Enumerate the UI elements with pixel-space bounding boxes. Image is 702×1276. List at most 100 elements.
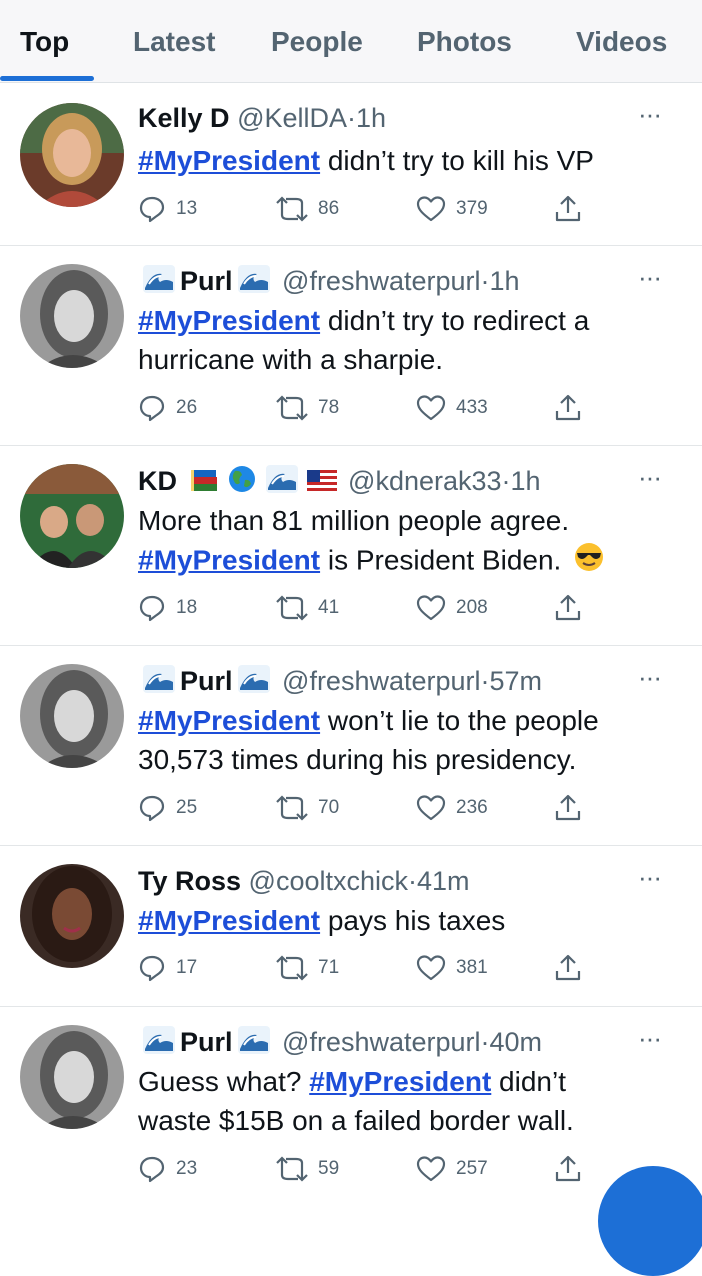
tab-people[interactable]: People <box>271 26 363 58</box>
avatar[interactable] <box>20 103 124 207</box>
tweet-time[interactable]: 1h <box>490 266 520 296</box>
tweet-actions: 25 70 236 <box>138 790 598 826</box>
reply-count: 13 <box>176 198 198 219</box>
tweet-time[interactable]: 41m <box>417 866 470 896</box>
author-name[interactable]: Purl <box>180 1027 233 1057</box>
wave-emoji-icon <box>265 464 299 502</box>
share-button[interactable] <box>554 790 582 826</box>
tab-photos[interactable]: Photos <box>417 26 512 58</box>
tweet-item[interactable]: Ty Ross @cooltxchick·41m ··· #MyPresiden… <box>0 846 702 1007</box>
more-options-icon[interactable]: ··· <box>638 862 662 893</box>
share-button[interactable] <box>554 191 582 227</box>
more-options-icon[interactable]: ··· <box>638 662 662 693</box>
reply-icon <box>138 954 166 982</box>
author-name[interactable]: Purl <box>180 266 233 296</box>
heart-icon <box>416 594 446 622</box>
tweet-item[interactable]: Purl @freshwaterpurl·57m ··· #MyPresiden… <box>0 646 702 846</box>
reply-icon <box>138 195 166 223</box>
avatar[interactable] <box>20 664 124 768</box>
tweet-time[interactable]: 1h <box>511 466 541 496</box>
more-options-icon[interactable]: ··· <box>638 262 662 293</box>
like-button[interactable]: 379 <box>416 191 488 227</box>
reply-button[interactable]: 18 <box>138 590 197 626</box>
like-button[interactable]: 381 <box>416 950 488 986</box>
author-name[interactable]: Purl <box>180 666 233 696</box>
retweet-icon <box>276 594 308 622</box>
author-handle[interactable]: @freshwaterpurl <box>282 266 480 296</box>
hashtag-link[interactable]: #MyPresident <box>138 905 320 936</box>
tweet-text-segment: Guess what? <box>138 1066 310 1097</box>
compose-tweet-button[interactable] <box>598 1166 702 1276</box>
tab-videos[interactable]: Videos <box>576 26 667 58</box>
retweet-count: 86 <box>318 198 340 219</box>
reply-button[interactable]: 26 <box>138 390 197 426</box>
heart-icon <box>416 794 446 822</box>
author-handle[interactable]: @freshwaterpurl <box>282 666 480 696</box>
author-handle[interactable]: @freshwaterpurl <box>282 1027 480 1057</box>
retweet-button[interactable]: 59 <box>276 1151 339 1187</box>
more-options-icon[interactable]: ··· <box>638 99 662 130</box>
like-button[interactable]: 433 <box>416 390 488 426</box>
tweet-item[interactable]: Purl @freshwaterpurl·40m ··· Guess what?… <box>0 1007 702 1200</box>
retweet-button[interactable]: 71 <box>276 950 339 986</box>
avatar[interactable] <box>20 464 124 568</box>
wave-emoji-icon <box>142 664 176 702</box>
tab-top[interactable]: Top <box>20 26 69 58</box>
retweet-button[interactable]: 70 <box>276 790 339 826</box>
heart-icon <box>416 954 446 982</box>
like-button[interactable]: 236 <box>416 790 488 826</box>
reply-button[interactable]: 25 <box>138 790 197 826</box>
share-button[interactable] <box>554 950 582 986</box>
avatar[interactable] <box>20 1025 124 1129</box>
reply-button[interactable]: 17 <box>138 950 197 986</box>
separator: · <box>480 1027 490 1058</box>
tweet-time[interactable]: 40m <box>490 1027 543 1057</box>
hashtag-link[interactable]: #MyPresident <box>138 705 320 736</box>
like-count: 208 <box>456 597 488 618</box>
author-name[interactable]: Kelly D <box>138 103 230 133</box>
share-button[interactable] <box>554 1151 582 1187</box>
hashtag-link[interactable]: #MyPresident <box>138 305 320 336</box>
author-name[interactable]: KD <box>138 466 177 496</box>
author-handle[interactable]: @cooltxchick <box>249 866 408 896</box>
share-icon <box>554 793 582 823</box>
wave-emoji-icon <box>142 264 176 302</box>
retweet-icon <box>276 1155 308 1183</box>
tweet-item[interactable]: Kelly D @KellDA·1h ··· #MyPresident didn… <box>0 83 702 246</box>
author-handle[interactable]: @kdnerak33 <box>348 466 502 496</box>
retweet-button[interactable]: 86 <box>276 191 339 227</box>
tweet-text-segment: 30,573 times during his presidency. <box>138 744 577 775</box>
reply-button[interactable]: 23 <box>138 1151 197 1187</box>
more-options-icon[interactable]: ··· <box>638 1023 662 1054</box>
more-options-icon[interactable]: ··· <box>638 462 662 493</box>
hashtag-link[interactable]: #MyPresident <box>138 544 320 575</box>
wave-emoji-icon <box>142 1025 176 1063</box>
author-name[interactable]: Ty Ross <box>138 866 241 896</box>
retweet-button[interactable]: 78 <box>276 390 339 426</box>
like-button[interactable]: 257 <box>416 1151 488 1187</box>
share-button[interactable] <box>554 590 582 626</box>
like-button[interactable]: 208 <box>416 590 488 626</box>
hashtag-link[interactable]: #MyPresident <box>309 1066 491 1097</box>
tweet-text-segment: waste $15B on a failed border wall. <box>138 1105 574 1136</box>
tweet-time[interactable]: 1h <box>356 103 386 133</box>
author-handle[interactable]: @KellDA <box>237 103 347 133</box>
reply-button[interactable]: 13 <box>138 191 197 227</box>
tweet-time[interactable]: 57m <box>490 666 543 696</box>
share-button[interactable] <box>554 390 582 426</box>
tweet-text: #MyPresident didn’t try to redirect a <box>138 302 589 340</box>
retweet-button[interactable]: 41 <box>276 590 339 626</box>
avatar[interactable] <box>20 864 124 968</box>
reply-icon <box>138 594 166 622</box>
tweet-item[interactable]: KD @kdnerak33·1h ··· More than 81 millio… <box>0 446 702 646</box>
retweet-icon <box>276 794 308 822</box>
globe-emoji-icon <box>227 464 257 502</box>
tab-latest[interactable]: Latest <box>133 26 215 58</box>
avatar[interactable] <box>20 264 124 368</box>
retweet-icon <box>276 954 308 982</box>
hashtag-link[interactable]: #MyPresident <box>138 145 320 176</box>
tweet-item[interactable]: Purl @freshwaterpurl·1h ··· #MyPresident… <box>0 246 702 446</box>
like-count: 236 <box>456 797 488 818</box>
reply-count: 25 <box>176 797 198 818</box>
reply-icon <box>138 794 166 822</box>
